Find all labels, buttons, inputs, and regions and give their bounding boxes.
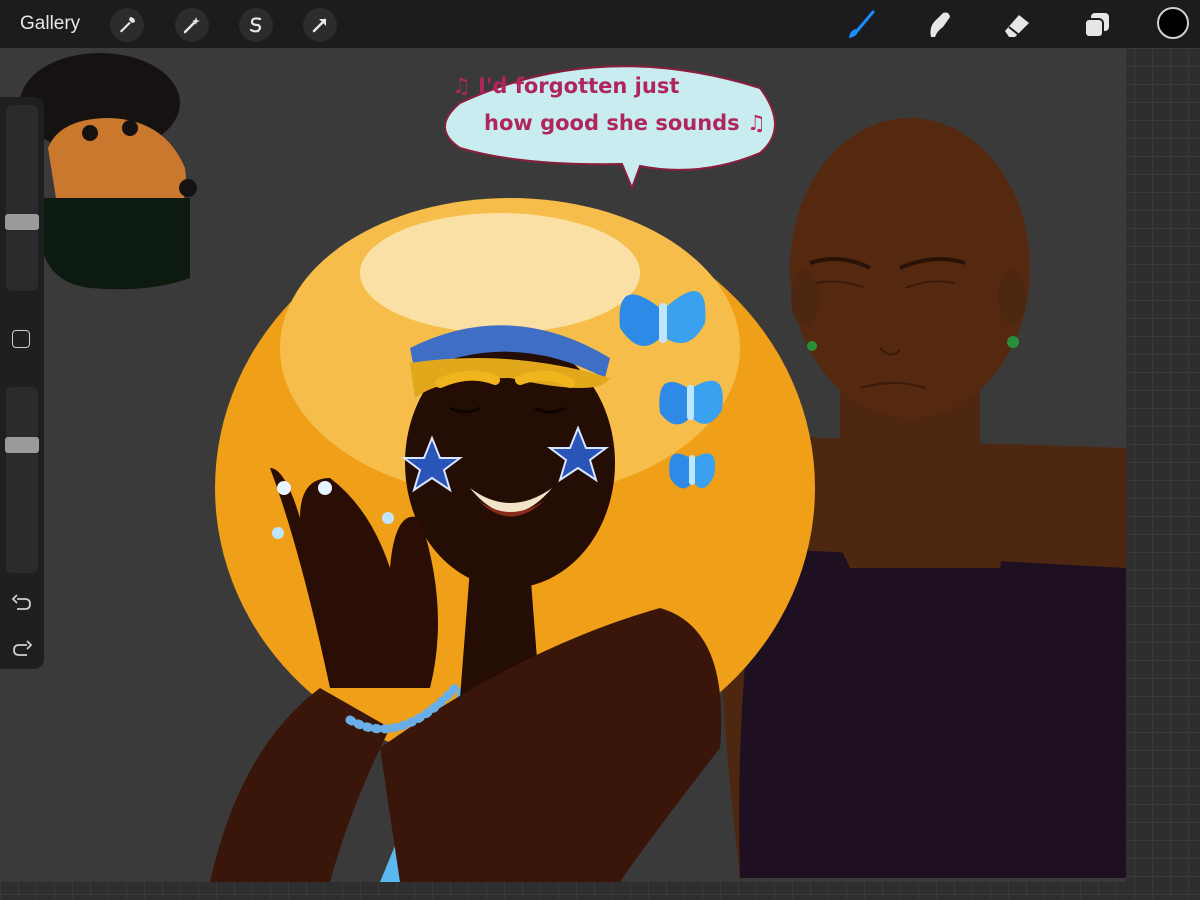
eraser-icon[interactable] bbox=[1000, 8, 1034, 42]
brush-size-slider-thumb[interactable] bbox=[5, 214, 39, 230]
wrench-icon[interactable] bbox=[110, 8, 144, 42]
selection-s-icon[interactable] bbox=[239, 8, 273, 42]
opacity-slider[interactable] bbox=[5, 387, 39, 573]
opacity-slider-thumb[interactable] bbox=[5, 437, 39, 453]
modify-button[interactable] bbox=[12, 330, 30, 348]
brush-size-slider[interactable] bbox=[5, 105, 39, 291]
speech-bubble-line-2: how good she sounds ♫ bbox=[484, 111, 766, 135]
layers-icon[interactable] bbox=[1080, 8, 1114, 42]
drawing-canvas[interactable]: ♫ I'd forgotten just how good she sounds… bbox=[0, 48, 1126, 882]
color-picker-swatch[interactable] bbox=[1157, 7, 1189, 39]
top-toolbar: Gallery bbox=[0, 0, 1200, 48]
speech-bubble-line-1: ♫ I'd forgotten just bbox=[452, 74, 679, 98]
gallery-button[interactable]: Gallery bbox=[20, 13, 80, 35]
undo-icon[interactable] bbox=[10, 590, 34, 614]
brush-icon[interactable] bbox=[844, 8, 878, 42]
magic-wand-icon[interactable] bbox=[175, 8, 209, 42]
left-sidebar bbox=[0, 97, 44, 669]
arrow-cursor-icon[interactable] bbox=[303, 8, 337, 42]
redo-icon[interactable] bbox=[10, 636, 34, 660]
smudge-icon[interactable] bbox=[922, 8, 956, 42]
